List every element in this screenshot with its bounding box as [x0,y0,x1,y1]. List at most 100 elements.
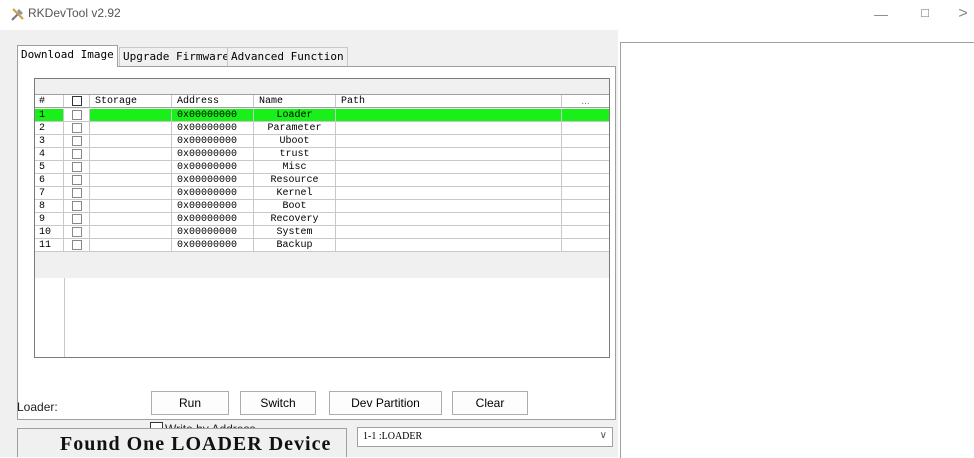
row-checkbox-cell[interactable] [64,122,90,135]
row-checkbox[interactable] [72,123,82,133]
row-checkbox-cell[interactable] [64,213,90,226]
row-checkbox[interactable] [72,149,82,159]
table-row[interactable]: 10 0x00000000 System [35,226,609,239]
table-row[interactable]: 2 0x00000000 Parameter [35,122,609,135]
row-checkbox-cell[interactable] [64,239,90,252]
select-all-checkbox[interactable] [72,96,82,106]
row-path[interactable] [336,135,562,148]
row-address[interactable]: 0x00000000 [172,109,254,122]
row-checkbox[interactable] [72,188,82,198]
row-path[interactable] [336,109,562,122]
row-storage[interactable] [90,109,172,122]
row-path[interactable] [336,213,562,226]
row-checkbox-cell[interactable] [64,109,90,122]
row-checkbox-cell[interactable] [64,135,90,148]
switch-button[interactable]: Switch [240,391,316,415]
row-checkbox-cell[interactable] [64,226,90,239]
row-browse[interactable] [562,135,609,148]
row-checkbox[interactable] [72,136,82,146]
table-row[interactable]: 9 0x00000000 Recovery [35,213,609,226]
row-storage[interactable] [90,226,172,239]
chevron-down-icon[interactable]: ∨ [600,430,607,441]
row-name[interactable]: Uboot [254,135,336,148]
row-name[interactable]: System [254,226,336,239]
table-row[interactable]: 4 0x00000000 trust [35,148,609,161]
row-address[interactable]: 0x00000000 [172,239,254,252]
row-path[interactable] [336,226,562,239]
row-name[interactable]: Backup [254,239,336,252]
minimize-button[interactable]: — [866,4,896,24]
header-select-all[interactable] [64,95,90,108]
header-storage[interactable]: Storage [90,95,172,108]
row-browse[interactable] [562,148,609,161]
table-row[interactable]: 11 0x00000000 Backup [35,239,609,252]
row-checkbox-cell[interactable] [64,148,90,161]
row-checkbox[interactable] [72,110,82,120]
run-button[interactable]: Run [151,391,229,415]
close-button[interactable]: > [948,4,974,24]
device-select[interactable]: 1-1 :LOADER ∨ [357,427,613,447]
row-address[interactable]: 0x00000000 [172,122,254,135]
row-address[interactable]: 0x00000000 [172,161,254,174]
row-checkbox-cell[interactable] [64,161,90,174]
table-row[interactable]: 7 0x00000000 Kernel [35,187,609,200]
row-storage[interactable] [90,213,172,226]
row-path[interactable] [336,239,562,252]
log-panel[interactable] [620,42,974,458]
table-row[interactable]: 5 0x00000000 Misc [35,161,609,174]
row-checkbox[interactable] [72,214,82,224]
row-browse[interactable] [562,109,609,122]
row-name[interactable]: Recovery [254,213,336,226]
row-address[interactable]: 0x00000000 [172,135,254,148]
row-browse[interactable] [562,122,609,135]
row-checkbox[interactable] [72,227,82,237]
row-checkbox-cell[interactable] [64,200,90,213]
row-browse[interactable] [562,239,609,252]
row-name[interactable]: Resource [254,174,336,187]
maximize-button[interactable]: ☐ [910,4,940,24]
row-path[interactable] [336,200,562,213]
row-checkbox[interactable] [72,175,82,185]
clear-button[interactable]: Clear [452,391,528,415]
row-browse[interactable] [562,200,609,213]
tab-download-image[interactable]: Download Image [17,45,118,67]
table-row[interactable]: 8 0x00000000 Boot [35,200,609,213]
tab-upgrade-firmware[interactable]: Upgrade Firmware [119,47,233,66]
row-browse[interactable] [562,213,609,226]
row-storage[interactable] [90,200,172,213]
row-name[interactable]: Kernel [254,187,336,200]
row-name[interactable]: Parameter [254,122,336,135]
header-name[interactable]: Name [254,95,336,108]
row-storage[interactable] [90,187,172,200]
table-row[interactable]: 3 0x00000000 Uboot [35,135,609,148]
row-path[interactable] [336,122,562,135]
row-checkbox[interactable] [72,162,82,172]
row-path[interactable] [336,161,562,174]
row-storage[interactable] [90,161,172,174]
row-name[interactable]: Boot [254,200,336,213]
header-address[interactable]: Address [172,95,254,108]
header-path[interactable]: Path [336,95,562,108]
row-path[interactable] [336,148,562,161]
row-storage[interactable] [90,174,172,187]
row-storage[interactable] [90,148,172,161]
row-checkbox[interactable] [72,201,82,211]
row-checkbox[interactable] [72,240,82,250]
row-address[interactable]: 0x00000000 [172,200,254,213]
row-name[interactable]: trust [254,148,336,161]
row-browse[interactable] [562,226,609,239]
row-name[interactable]: Misc [254,161,336,174]
row-storage[interactable] [90,122,172,135]
row-path[interactable] [336,174,562,187]
table-row[interactable]: 6 0x00000000 Resource [35,174,609,187]
row-name[interactable]: Loader [254,109,336,122]
row-address[interactable]: 0x00000000 [172,226,254,239]
row-browse[interactable] [562,161,609,174]
row-address[interactable]: 0x00000000 [172,187,254,200]
row-path[interactable] [336,187,562,200]
row-browse[interactable] [562,174,609,187]
row-browse[interactable] [562,187,609,200]
table-row[interactable]: 1 0x00000000 Loader [35,109,609,122]
row-storage[interactable] [90,135,172,148]
row-address[interactable]: 0x00000000 [172,148,254,161]
